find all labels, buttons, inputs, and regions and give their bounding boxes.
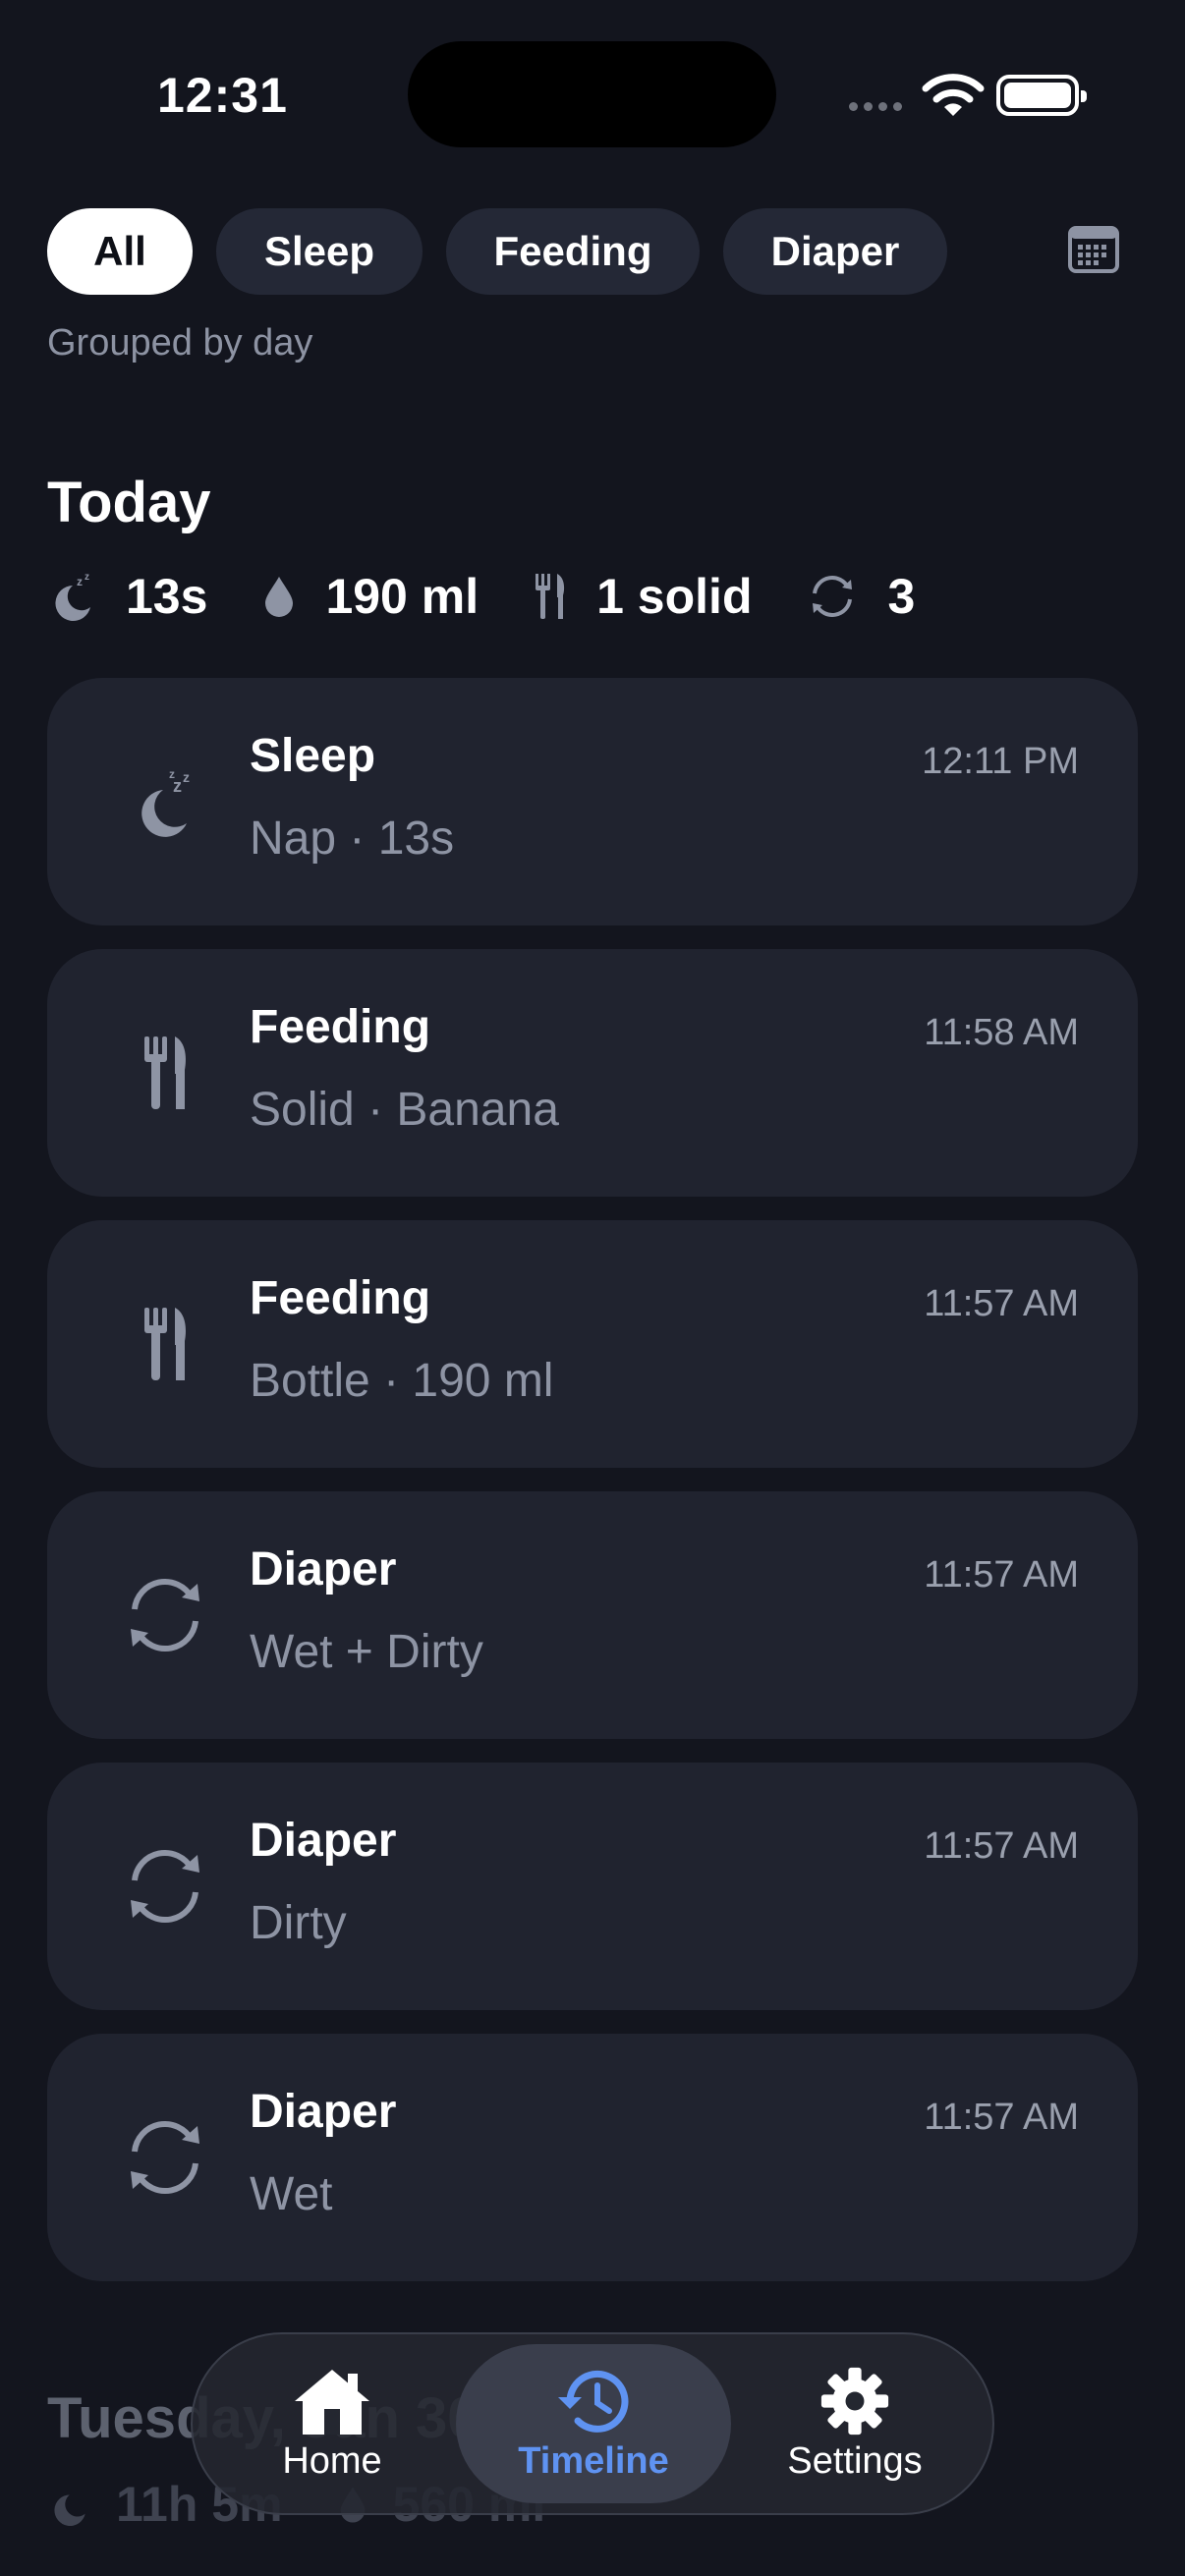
entry-subtitle: Bottle · 190 ml	[250, 1355, 554, 1407]
entry-time: 12:11 PM	[922, 741, 1079, 782]
entry-subtitle: Dirty	[250, 1897, 347, 1949]
fork-knife-icon	[536, 574, 565, 619]
summary-fluid: 190 ml	[262, 568, 479, 625]
tab-home[interactable]: Home	[218, 2344, 446, 2503]
fork-knife-icon	[112, 1024, 218, 1122]
gear-icon	[820, 2367, 889, 2435]
cycle-icon	[112, 1837, 218, 1935]
entry-title: Diaper	[250, 1543, 397, 1596]
tab-bar: Home Timeline Settings	[191, 2332, 994, 2515]
entry-subtitle: Wet	[250, 2168, 333, 2220]
entry-time: 11:57 AM	[924, 1554, 1079, 1596]
tab-timeline[interactable]: Timeline	[456, 2344, 731, 2503]
calendar-icon[interactable]	[1067, 224, 1120, 275]
entry-title: Sleep	[250, 730, 376, 782]
filter-chip-sleep[interactable]: Sleep	[216, 208, 423, 295]
timeline-entry[interactable]: Feeding Solid · Banana 11:58 AM	[47, 949, 1138, 1197]
timeline-entry[interactable]: Diaper Wet + Dirty 11:57 AM	[47, 1491, 1138, 1739]
svg-text:z: z	[169, 767, 175, 781]
summary-diapers: 3	[807, 568, 915, 625]
house-icon	[295, 2369, 369, 2435]
tab-settings-label: Settings	[787, 2439, 923, 2482]
svg-text:z: z	[183, 769, 190, 785]
cycle-icon	[112, 1566, 218, 1664]
summary-sleep: z z 13s	[47, 568, 207, 625]
entry-title: Diaper	[250, 1815, 397, 1867]
section-heading-today: Today	[47, 471, 211, 534]
filter-chip-feeding[interactable]: Feeding	[446, 208, 700, 295]
summary-diapers-value: 3	[887, 569, 916, 624]
svg-text:z: z	[77, 575, 83, 588]
entry-time: 11:58 AM	[924, 1012, 1079, 1053]
entry-time: 11:57 AM	[924, 1283, 1079, 1324]
timeline-entry[interactable]: Diaper Dirty 11:57 AM	[47, 1763, 1138, 2010]
moon-sleep-icon: z z z	[112, 753, 218, 851]
entry-title: Feeding	[250, 1001, 431, 1053]
drop-icon	[265, 577, 294, 617]
summary-sleep-value: 13s	[126, 569, 208, 624]
grouping-label: Grouped by day	[47, 322, 313, 364]
tab-timeline-label: Timeline	[518, 2439, 669, 2482]
entry-time: 11:57 AM	[924, 2097, 1079, 2138]
tab-home-label: Home	[282, 2439, 382, 2482]
entry-subtitle: Wet + Dirty	[250, 1626, 483, 1678]
cellular-signal-icon	[849, 102, 902, 111]
entry-subtitle: Nap · 13s	[250, 812, 455, 865]
summary-solids: 1 solid	[534, 568, 752, 625]
filter-chip-diaper[interactable]: Diaper	[723, 208, 947, 295]
entry-title: Feeding	[250, 1272, 431, 1324]
cycle-icon	[112, 2108, 218, 2207]
moon-sleep-icon	[54, 2494, 85, 2526]
summary-fluid-value: 190 ml	[325, 569, 480, 624]
timeline-entry[interactable]: Feeding Bottle · 190 ml 11:57 AM	[47, 1220, 1138, 1468]
timeline-entry[interactable]: z z z Sleep Nap · 13s 12:11 PM	[47, 678, 1138, 925]
wifi-icon	[922, 74, 985, 116]
fork-knife-icon	[112, 1295, 218, 1393]
entry-title: Diaper	[250, 2086, 397, 2138]
history-clock-icon	[558, 2370, 629, 2433]
tab-settings[interactable]: Settings	[739, 2344, 971, 2503]
cycle-icon	[813, 576, 853, 617]
summary-solids-value: 1 solid	[596, 569, 753, 624]
timeline-entry[interactable]: Diaper Wet 11:57 AM	[47, 2034, 1138, 2281]
entry-subtitle: Solid · Banana	[250, 1084, 559, 1136]
dynamic-island	[408, 41, 776, 147]
today-summary: z z 13s 190 ml 1 solid 3	[47, 560, 970, 633]
moon-sleep-icon: z z	[55, 572, 90, 621]
status-time: 12:31	[157, 68, 288, 123]
svg-text:z: z	[85, 572, 89, 583]
filter-chip-all[interactable]: All	[47, 208, 193, 295]
entry-time: 11:57 AM	[924, 1825, 1079, 1867]
battery-icon	[996, 75, 1087, 116]
